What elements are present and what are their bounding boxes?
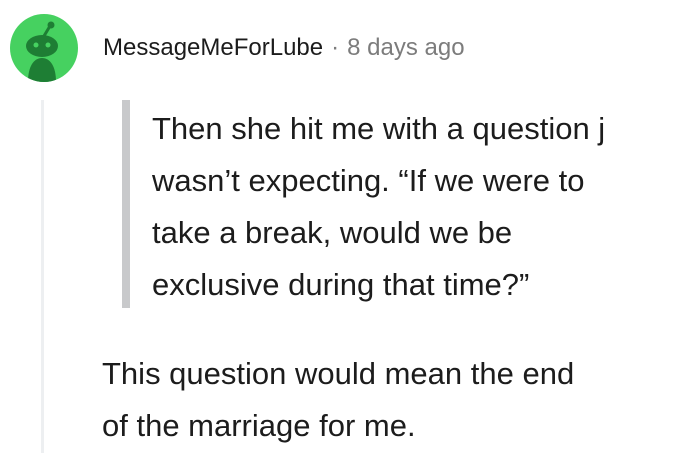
quote-line: Then she hit me with a question j (152, 111, 606, 146)
comment-timestamp[interactable]: 8 days ago (347, 30, 464, 66)
comment-meta: MessageMeForLube · 8 days ago (103, 30, 465, 66)
reddit-snoo-avatar-icon (26, 21, 58, 82)
comment-body: This question would mean the end of the … (102, 348, 700, 452)
thread-collapse-line[interactable] (41, 100, 44, 453)
user-avatar[interactable] (10, 14, 78, 82)
meta-separator: · (331, 34, 340, 61)
body-line: This question would mean the end (102, 356, 575, 391)
comment: MessageMeForLube · 8 days ago Then she h… (0, 0, 700, 453)
author-username[interactable]: MessageMeForLube (103, 30, 323, 66)
blockquote-bar (122, 100, 130, 308)
quote-line: wasn’t expecting. “If we were to (152, 163, 585, 198)
quote-line: take a break, would we be (152, 215, 513, 250)
quote-line: exclusive during that time?” (152, 267, 530, 302)
body-line: of the marriage for me. (102, 408, 416, 443)
blockquote: Then she hit me with a question j wasn’t… (152, 103, 700, 311)
